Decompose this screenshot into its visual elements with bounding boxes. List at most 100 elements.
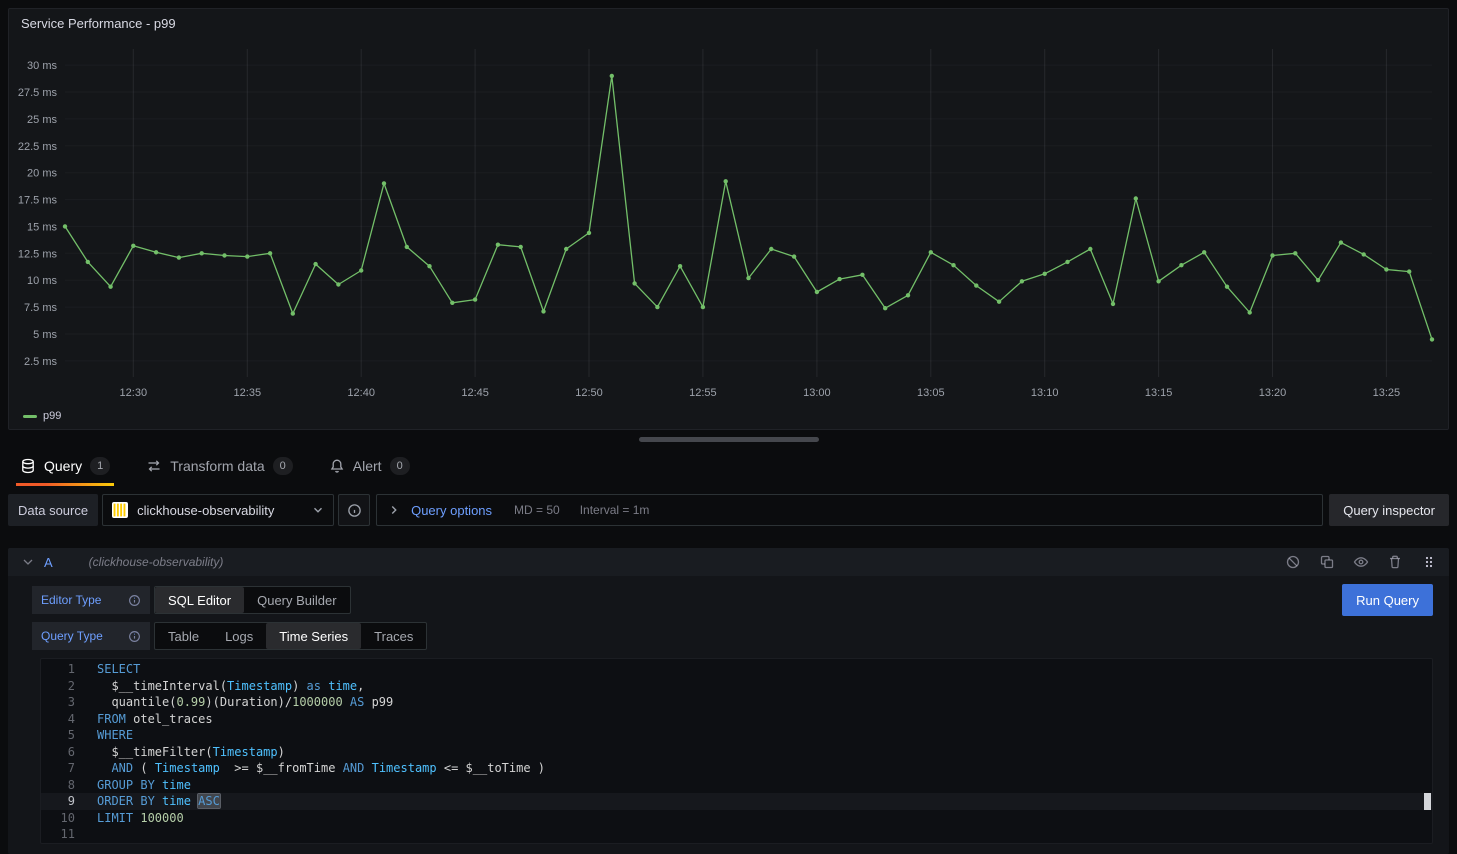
code-line-8[interactable]: 8GROUP BY time	[41, 777, 1432, 794]
svg-text:12:35: 12:35	[234, 387, 262, 399]
code-line-10[interactable]: 10LIMIT 100000	[41, 810, 1432, 827]
drag-handle-icon[interactable]	[1421, 554, 1437, 570]
query-type-radio-group: Table Logs Time Series Traces	[154, 622, 427, 650]
radio-sql-editor[interactable]: SQL Editor	[155, 587, 244, 613]
interval-value: Interval = 1m	[580, 503, 650, 517]
code-line-2[interactable]: 2 $__timeInterval(Timestamp) as time,	[41, 678, 1432, 695]
line-number: 10	[41, 810, 75, 827]
query-type-label: Query Type	[32, 622, 150, 650]
radio-traces[interactable]: Traces	[361, 623, 426, 649]
sql-code: 1SELECT2 $__timeInterval(Timestamp) as t…	[41, 659, 1432, 843]
code-line-7[interactable]: 7 AND ( Timestamp >= $__fromTime AND Tim…	[41, 760, 1432, 777]
clickhouse-logo-icon	[111, 501, 129, 519]
legend-item-p99[interactable]: p99	[23, 410, 61, 422]
query-type-row: Query Type Table Logs Time Series Traces	[32, 622, 1433, 650]
svg-text:30 ms: 30 ms	[27, 60, 57, 72]
line-number: 5	[41, 727, 75, 744]
tab-count-badge: 0	[273, 457, 293, 475]
chart-panel: Service Performance - p99 12:30 12:35 12:4…	[8, 8, 1449, 430]
run-query-button[interactable]: Run Query	[1342, 584, 1433, 616]
sql-editor[interactable]: 1SELECT2 $__timeInterval(Timestamp) as t…	[40, 658, 1433, 844]
tab-alert[interactable]: Alert 0	[325, 446, 414, 486]
query-editor-body: Editor Type SQL Editor Query Builder Run…	[8, 576, 1449, 854]
database-icon	[20, 458, 36, 474]
horizontal-scrollbar[interactable]	[8, 436, 1449, 442]
tab-count-badge: 1	[90, 457, 110, 475]
line-number: 8	[41, 777, 75, 794]
query-toolbar: Data source clickhouse-observability Que…	[8, 494, 1449, 526]
svg-text:25 ms: 25 ms	[27, 114, 57, 126]
svg-text:13:10: 13:10	[1031, 387, 1059, 399]
chart-legend: p99	[9, 405, 1448, 427]
datasource-label: Data source	[8, 494, 98, 526]
line-number: 9	[41, 793, 75, 810]
trash-icon[interactable]	[1387, 554, 1403, 570]
editor-type-label-text: Editor Type	[41, 593, 101, 607]
tab-label: Transform data	[170, 458, 264, 474]
svg-text:13:15: 13:15	[1145, 387, 1173, 399]
query-row-header[interactable]: A (clickhouse-observability)	[8, 548, 1449, 576]
eye-icon[interactable]	[1353, 554, 1369, 570]
bell-icon	[329, 458, 345, 474]
svg-text:12:30: 12:30	[120, 387, 148, 399]
line-number: 7	[41, 760, 75, 777]
tab-label: Alert	[353, 458, 382, 474]
code-line-4[interactable]: 4FROM otel_traces	[41, 711, 1432, 728]
datasource-help-button[interactable]	[338, 494, 370, 526]
query-inspector-button[interactable]: Query inspector	[1329, 494, 1449, 526]
tab-query[interactable]: Query 1	[16, 446, 114, 486]
svg-text:12:50: 12:50	[575, 387, 603, 399]
collapse-chevron-icon[interactable]	[20, 554, 36, 570]
query-options-row[interactable]: Query options MD = 50 Interval = 1m	[376, 494, 1323, 526]
info-circle-icon[interactable]	[128, 594, 141, 607]
svg-text:12:55: 12:55	[689, 387, 717, 399]
duplicate-query-icon[interactable]	[1319, 554, 1335, 570]
timeseries-chart[interactable]: 12:3012:3512:4012:4512:5012:5513:0013:05…	[9, 37, 1448, 405]
radio-time-series[interactable]: Time Series	[266, 623, 361, 649]
radio-query-builder[interactable]: Query Builder	[244, 587, 349, 613]
code-line-9[interactable]: 9ORDER BY time ASC	[41, 793, 1432, 810]
line-number: 3	[41, 694, 75, 711]
transform-icon	[146, 458, 162, 474]
query-datasource-hint: (clickhouse-observability)	[89, 555, 224, 569]
disable-query-icon[interactable]	[1285, 554, 1301, 570]
query-type-label-text: Query Type	[41, 629, 103, 643]
svg-text:22.5 ms: 22.5 ms	[18, 141, 58, 153]
legend-series-label: p99	[43, 410, 61, 422]
line-number: 11	[41, 826, 75, 843]
editor-type-row: Editor Type SQL Editor Query Builder Run…	[32, 584, 1433, 616]
max-datapoints-value: MD = 50	[514, 503, 560, 517]
svg-text:15 ms: 15 ms	[27, 221, 57, 233]
editor-type-label: Editor Type	[32, 586, 150, 614]
tab-transform-data[interactable]: Transform data 0	[142, 446, 297, 486]
svg-text:27.5 ms: 27.5 ms	[18, 87, 58, 99]
svg-text:20 ms: 20 ms	[27, 168, 57, 180]
code-line-1[interactable]: 1SELECT	[41, 661, 1432, 678]
line-number: 6	[41, 744, 75, 761]
line-number: 4	[41, 711, 75, 728]
query-options-link[interactable]: Query options	[411, 503, 492, 518]
datasource-picker[interactable]: clickhouse-observability	[102, 494, 334, 526]
radio-logs[interactable]: Logs	[212, 623, 266, 649]
tab-count-badge: 0	[390, 457, 410, 475]
code-line-3[interactable]: 3 quantile(0.99)(Duration)/1000000 AS p9…	[41, 694, 1432, 711]
radio-table[interactable]: Table	[155, 623, 212, 649]
datasource-value: clickhouse-observability	[137, 503, 303, 518]
editor-tabs: Query 1 Transform data 0 Alert 0	[8, 446, 1449, 486]
code-line-11[interactable]: 11	[41, 826, 1432, 843]
panel-title: Service Performance - p99	[9, 9, 1448, 37]
grafana-query-editor-page: Service Performance - p99 12:30 12:35 12:4…	[0, 0, 1457, 854]
tab-label: Query	[44, 458, 82, 474]
scrollbar-thumb[interactable]	[639, 437, 819, 442]
legend-series-swatch	[23, 415, 37, 418]
svg-text:12:45: 12:45	[461, 387, 489, 399]
svg-text:12.5 ms: 12.5 ms	[18, 248, 58, 260]
code-line-6[interactable]: 6 $__timeFilter(Timestamp)	[41, 744, 1432, 761]
editor-type-radio-group: SQL Editor Query Builder	[154, 586, 351, 614]
query-ref-id: A	[44, 555, 53, 570]
code-line-5[interactable]: 5WHERE	[41, 727, 1432, 744]
svg-text:17.5 ms: 17.5 ms	[18, 195, 58, 207]
svg-text:5 ms: 5 ms	[33, 329, 57, 341]
line-number: 2	[41, 678, 75, 695]
info-circle-icon[interactable]	[128, 630, 141, 643]
